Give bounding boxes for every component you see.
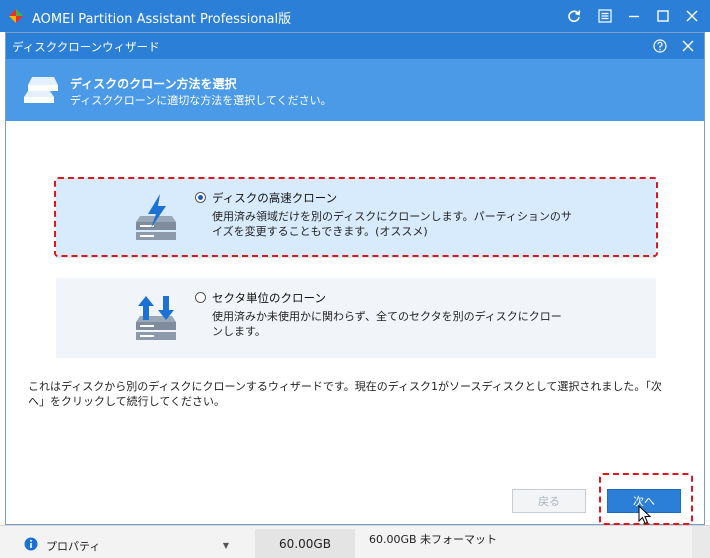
app-title: AOMEI Partition Assistant Professional版 (32, 12, 292, 27)
disk-capacity-value: 60.00GB (279, 537, 331, 551)
disk-partition-info[interactable]: 60.00GB 未フォーマット (369, 531, 497, 547)
back-button[interactable]: 戻る (512, 489, 586, 513)
wizard-banner: ディスクのクローン方法を選択 ディスククローンに適切な方法を選択してください。 (6, 59, 704, 121)
scrollbar[interactable] (692, 526, 710, 558)
dialog-titlebar: ディスククローンウィザード (6, 33, 704, 59)
refresh-icon (568, 10, 581, 23)
minimize-button[interactable] (622, 4, 646, 28)
main-bottom-panel: プロパティ ▼ 60.00GB 60.00GB 未フォーマット (0, 525, 710, 558)
highlight-box-option (54, 177, 658, 257)
minimize-icon (629, 15, 639, 18)
sector-clone-disk-icon (136, 296, 176, 340)
sector-clone-radio[interactable] (195, 292, 206, 303)
sector-clone-label: セクタ単位のクローン (212, 291, 326, 305)
help-icon (653, 39, 667, 53)
maximize-icon (657, 10, 669, 22)
disk-clone-icon (24, 77, 58, 103)
close-icon (682, 40, 694, 52)
close-button[interactable] (680, 4, 704, 28)
menu-icon (598, 9, 612, 23)
app-logo-icon (9, 9, 23, 23)
dialog-close-button[interactable] (678, 36, 698, 56)
info-icon (24, 537, 38, 551)
help-button[interactable] (650, 36, 670, 56)
menu-button[interactable] (593, 4, 617, 28)
banner-title: ディスクのクローン方法を選択 (70, 77, 237, 91)
properties-label[interactable]: プロパティ (46, 538, 100, 554)
sector-clone-description: 使用済みか未使用かに関わらず、全てのセクタを別のディスクにクローンします。 (212, 310, 562, 338)
maximize-button[interactable] (651, 4, 675, 28)
option-sector-clone[interactable]: セクタ単位のクローン 使用済みか未使用かに関わらず、全てのセクタを別のディスクに… (56, 278, 656, 358)
banner-subtitle: ディスククローンに適切な方法を選択してください。 (70, 94, 332, 107)
close-icon (686, 10, 698, 22)
app-titlebar: AOMEI Partition Assistant Professional版 (0, 0, 710, 32)
dialog-title: ディスククローンウィザード (12, 40, 160, 54)
chevron-down-icon: ▼ (222, 540, 230, 550)
disk-capacity: 60.00GB (255, 529, 355, 558)
mouse-cursor-icon (638, 505, 652, 525)
wizard-info-text: これはディスクから別のディスクにクローンするウィザードです。現在のディスク1がソ… (28, 380, 662, 408)
disk-clone-wizard-dialog: ディスククローンウィザード ディスクのクローン方法を選択 ディスククローンに適切… (5, 32, 705, 525)
properties-dropdown[interactable]: ▼ (216, 536, 236, 554)
refresh-button[interactable] (562, 4, 586, 28)
